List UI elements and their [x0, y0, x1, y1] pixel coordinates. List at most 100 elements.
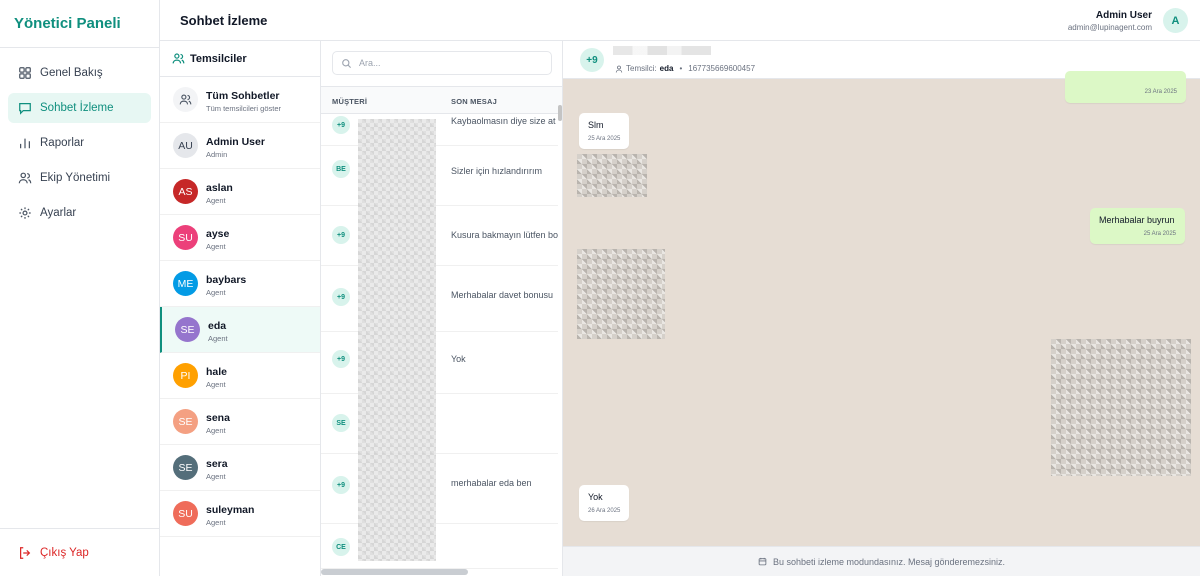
chat-meta: Temsilci: eda • 167735669600457	[615, 64, 755, 73]
agent-role: Agent	[206, 380, 226, 389]
last-message: Merhabalar davet bonusu	[451, 290, 554, 300]
sidebar: Yönetici Paneli Genel Bakış Sohbet İzlem…	[0, 0, 160, 576]
agent-name: hale	[206, 366, 228, 378]
horizontal-scrollbar[interactable]	[321, 569, 468, 575]
sidebar-item-ayarlar[interactable]: Ayarlar	[8, 198, 151, 228]
table-row[interactable]: +9 Kaybaolmasın diye size at	[321, 114, 558, 146]
agents-panel: Temsilciler Tüm Sohbetler Tüm temsilcile…	[160, 41, 321, 576]
agent-role: Agent	[206, 288, 226, 297]
customer-badge: +9	[332, 476, 350, 494]
agent-role: Agent	[206, 472, 226, 481]
agent-name: sera	[206, 458, 228, 470]
customer-badge: BE	[332, 160, 350, 178]
agent-item-baybars[interactable]: ME baybars Agent	[160, 261, 320, 307]
agent-name: baybars	[206, 274, 247, 286]
avatar: SU	[173, 225, 198, 250]
message-bubble: Yok 26 Ara 2025	[579, 485, 630, 521]
redacted-image	[577, 249, 665, 339]
agent-list: AU Admin User Admin AS aslan Agent SU ayse Agent…	[160, 123, 320, 537]
avatar: SE	[173, 455, 198, 480]
agent-item-hale[interactable]: PI hale Agent	[160, 353, 320, 399]
avatar: PI	[173, 363, 198, 388]
avatar: +9	[580, 48, 604, 72]
column-header-customer: MÜŞTERİ	[332, 97, 368, 106]
search-icon	[342, 58, 352, 68]
sidebar-nav: Genel Bakış Sohbet İzleme Raporlar Ekip …	[0, 48, 159, 243]
avatar: SE	[173, 409, 198, 434]
message-bubble: Slm 25 Ara 2025	[579, 113, 630, 149]
message-bubble: 23 Ara 2025	[1065, 71, 1186, 103]
avatar: SU	[173, 501, 198, 526]
message-text: Merhabalar buyrun	[1099, 215, 1175, 225]
table-row[interactable]: +9 Kusura bakmayın lütfen bo	[321, 206, 558, 266]
redacted-customer-names	[358, 119, 436, 561]
table-row[interactable]: BE Sizler için hızlandırırım	[321, 146, 558, 206]
agent-item-aslan[interactable]: AS aslan Agent	[160, 169, 320, 215]
brand-title: Yönetici Paneli	[0, 0, 159, 48]
message-date: 25 Ara 2025	[588, 136, 621, 142]
column-header-last-message: SON MESAJ	[451, 97, 497, 106]
contact-phone: 167735669600457	[688, 64, 756, 73]
message-text: Yok	[588, 492, 603, 502]
customer-badge: +9	[332, 350, 350, 368]
agent-item-sera[interactable]: SE sera Agent	[160, 445, 320, 491]
table-header: MÜŞTERİ SON MESAJ	[321, 86, 562, 114]
conversations-panel: MÜŞTERİ SON MESAJ +9 Kaybaolmasın diye si…	[321, 41, 563, 576]
agent-name: Admin User	[206, 136, 265, 148]
avatar[interactable]: A	[1163, 8, 1188, 33]
last-message: merhabalar eda ben	[451, 478, 532, 488]
agent-role: Agent	[206, 242, 226, 251]
sidebar-item-genel-bakis[interactable]: Genel Bakış	[8, 58, 151, 88]
customer-badge: +9	[332, 288, 350, 306]
agents-title: Temsilciler	[190, 52, 247, 65]
agent-item-ayse[interactable]: SU ayse Agent	[160, 215, 320, 261]
logout-button[interactable]: Çıkış Yap	[0, 528, 159, 576]
page-title: Sohbet İzleme	[180, 13, 268, 28]
agent-role: Agent	[206, 196, 226, 205]
avatar: SE	[175, 317, 200, 342]
agent-name: aslan	[206, 182, 233, 194]
grid-icon	[18, 66, 32, 80]
sidebar-item-label: Ekip Yönetimi	[40, 172, 111, 184]
users-icon	[18, 171, 32, 185]
agent-item-suleyman[interactable]: SU suleyman Agent	[160, 491, 320, 537]
agent-item-sena[interactable]: SE sena Agent	[160, 399, 320, 445]
last-message: Kaybaolmasın diye size at	[451, 116, 556, 126]
table-row[interactable]: +9 Yok	[321, 332, 558, 394]
customer-badge: SE	[332, 414, 350, 432]
users-icon	[173, 87, 198, 112]
chat-panel: +9 Temsilci: eda • 167735669600457 23 Ar…	[563, 41, 1200, 576]
avatar: ME	[173, 271, 198, 296]
user-icon	[615, 65, 623, 73]
table-row[interactable]: SE	[321, 394, 558, 454]
avatar: AS	[173, 179, 198, 204]
table-row[interactable]: +9 Merhabalar davet bonusu	[321, 266, 558, 332]
agent-name: sena	[206, 412, 230, 424]
message-text: Slm	[588, 120, 604, 130]
read-only-text: Bu sohbeti izleme modundasınız. Mesaj gö…	[772, 556, 1006, 567]
sidebar-item-sohbet-izleme[interactable]: Sohbet İzleme	[8, 93, 151, 123]
last-message: Kusura bakmayın lütfen bo	[451, 230, 559, 240]
top-header: Sohbet İzleme Admin User admin@lupinagen…	[160, 0, 1200, 41]
vertical-scrollbar[interactable]	[558, 105, 562, 121]
agent-role: Agent	[206, 426, 226, 435]
search-input[interactable]	[359, 58, 539, 68]
separator-dot: •	[679, 64, 683, 73]
agent-role: Admin	[206, 150, 228, 159]
logout-icon	[20, 546, 31, 559]
sidebar-item-label: Raporlar	[40, 137, 85, 149]
agent-name: eda	[208, 320, 227, 332]
agent-item-admin-user[interactable]: AU Admin User Admin	[160, 123, 320, 169]
customer-badge: +9	[332, 116, 350, 134]
bar-chart-icon	[18, 136, 32, 150]
table-row[interactable]: CE	[321, 524, 558, 569]
sidebar-item-ekip-yonetimi[interactable]: Ekip Yönetimi	[8, 163, 151, 193]
redacted-contact-name	[613, 46, 711, 55]
customer-badge: +9	[332, 226, 350, 244]
search-box[interactable]	[332, 51, 552, 75]
message-date: 25 Ara 2025	[1143, 231, 1176, 237]
table-row[interactable]: +9 merhabalar eda ben	[321, 454, 558, 524]
agent-all-chats[interactable]: Tüm Sohbetler Tüm temsilcileri göster	[160, 77, 320, 123]
sidebar-item-raporlar[interactable]: Raporlar	[8, 128, 151, 158]
agent-item-eda[interactable]: SE eda Agent	[160, 307, 320, 353]
